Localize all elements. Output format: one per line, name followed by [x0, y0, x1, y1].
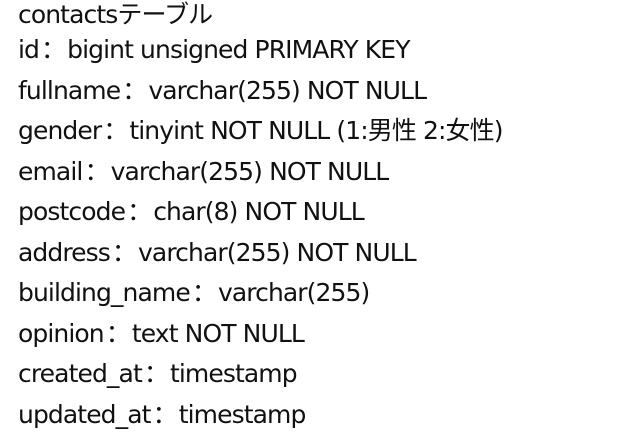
field-name: fullname	[18, 75, 121, 105]
field-definition: text NOT NULL	[131, 318, 305, 348]
field-row-id: id：bigint unsigned PRIMARY KEY	[18, 30, 614, 71]
field-definition: tinyint NOT NULL (1:男性 2:女性)	[129, 116, 503, 145]
field-separator: ：	[103, 116, 128, 145]
field-name: opinion	[18, 318, 105, 348]
field-definition: bigint unsigned PRIMARY KEY	[67, 35, 410, 64]
field-separator: ：	[122, 75, 147, 105]
field-separator: ：	[41, 35, 66, 64]
field-definition: varchar(255)	[217, 278, 370, 307]
field-name: email	[18, 156, 83, 186]
field-name: postcode	[18, 197, 126, 226]
field-definition: varchar(255) NOT NULL	[138, 237, 417, 267]
field-definition: varchar(255) NOT NULL	[148, 75, 427, 105]
field-row-updated-at: updated_at：timestamp	[18, 395, 614, 436]
field-row-fullname: fullname：varchar(255) NOT NULL	[18, 71, 614, 112]
field-separator: ：	[111, 237, 137, 267]
field-row-created-at: created_at：timestamp	[18, 354, 614, 395]
field-name: id	[18, 35, 40, 64]
field-row-gender: gender：tinyint NOT NULL (1:男性 2:女性)	[18, 111, 614, 152]
field-row-address: address：varchar(255) NOT NULL	[18, 233, 614, 274]
field-definition: timestamp	[178, 399, 307, 429]
field-definition: char(8) NOT NULL	[153, 197, 365, 226]
field-definition: timestamp	[169, 359, 298, 388]
field-name: created_at	[18, 359, 143, 388]
field-separator: ：	[143, 359, 169, 388]
field-definition: varchar(255) NOT NULL	[110, 156, 390, 186]
field-row-building-name: building_name：varchar(255)	[18, 273, 614, 314]
field-name: building_name	[18, 278, 191, 307]
field-name: gender	[18, 116, 102, 145]
field-row-postcode: postcode：char(8) NOT NULL	[18, 192, 614, 233]
field-name: updated_at	[18, 399, 151, 429]
table-title: contactsテーブル	[18, 0, 213, 29]
field-separator: ：	[84, 156, 109, 186]
field-row-opinion: opinion：text NOT NULL	[18, 314, 614, 355]
field-name: address	[18, 237, 111, 267]
field-row-email: email：varchar(255) NOT NULL	[18, 152, 614, 193]
field-separator: ：	[152, 399, 178, 429]
field-separator: ：	[191, 278, 217, 307]
schema-document: contactsテーブル id：bigint unsigned PRIMARY …	[18, 0, 614, 435]
field-separator: ：	[127, 197, 152, 226]
field-separator: ：	[105, 318, 131, 348]
